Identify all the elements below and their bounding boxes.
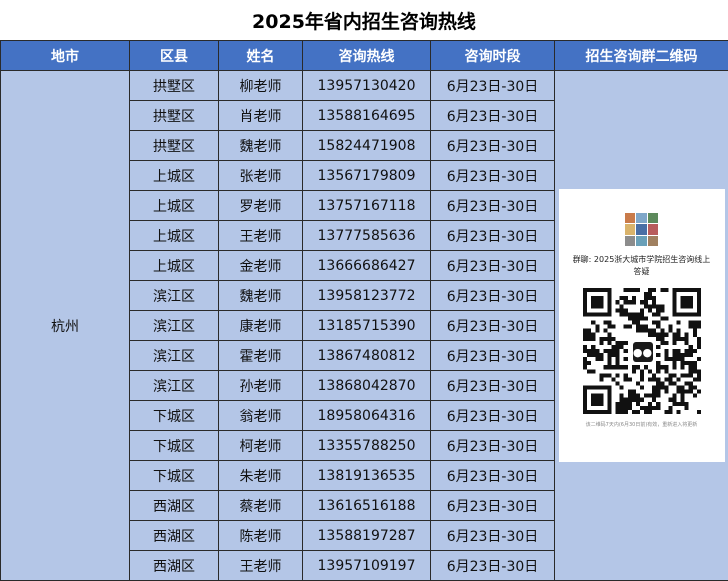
period-cell: 6月23日-30日 [430,430,555,461]
page-title: 2025年省内招生咨询热线 [252,10,476,33]
phone-cell: 13867480812 [302,340,431,371]
name-cell: 陈老师 [218,520,303,551]
header-row: 地市 区县 姓名 咨询热线 咨询时段 招生咨询群二维码 [0,40,728,71]
phone-cell: 13185715390 [302,310,431,341]
district-cell: 拱墅区 [129,130,219,161]
district-cell: 下城区 [129,400,219,431]
qr-code[interactable]: ●● [582,288,701,414]
district-cell: 拱墅区 [129,70,219,101]
avatar-tile [625,224,636,235]
phone-cell: 13819136535 [302,460,431,491]
name-cell: 霍老师 [218,340,303,371]
avatar-tile [647,224,658,235]
period-cell: 6月23日-30日 [430,130,555,161]
district-cell: 拱墅区 [129,100,219,131]
period-cell: 6月23日-30日 [430,70,555,101]
name-cell: 魏老师 [218,130,303,161]
qr-finder-pattern [582,288,612,317]
qr-finder-pattern [582,385,612,414]
period-cell: 6月23日-30日 [430,100,555,131]
header-qr: 招生咨询群二维码 [554,40,728,71]
period-cell: 6月23日-30日 [430,190,555,221]
period-cell: 6月23日-30日 [430,310,555,341]
name-cell: 柳老师 [218,70,303,101]
city-cell: 杭州 [0,70,130,581]
table-row: 杭州 拱墅区 柳老师 13957130420 6月23日-30日 群聊: 2025浙大城市… [0,70,728,581]
name-cell: 王老师 [218,550,303,581]
phone-cell: 13567179809 [302,160,431,191]
phone-cell: 13666686427 [302,250,431,281]
phone-cell: 13958123772 [302,280,431,311]
phone-cell: 13777585636 [302,220,431,251]
avatar-tile [625,235,636,246]
name-cell: 康老师 [218,310,303,341]
header-city: 地市 [0,40,130,71]
period-cell: 6月23日-30日 [430,280,555,311]
hotline-table: 地市 区县 姓名 咨询热线 咨询时段 招生咨询群二维码 杭州 拱墅区 柳老师 1395… [0,40,728,581]
phone-cell: 13957130420 [302,70,431,101]
district-cell: 滨江区 [129,310,219,341]
header-district: 区县 [129,40,219,71]
period-cell: 6月23日-30日 [430,550,555,581]
district-cell: 上城区 [129,220,219,251]
header-name: 姓名 [218,40,303,71]
name-cell: 魏老师 [218,280,303,311]
name-cell: 孙老师 [218,370,303,401]
district-cell: 滨江区 [129,340,219,371]
qr-validity-note: 该二维码7天内(6月30日前)有效，重新进入将更新 [585,422,698,428]
avatar-tile [625,213,636,224]
period-cell: 6月23日-30日 [430,460,555,491]
avatar-tile [636,235,647,246]
name-cell: 金老师 [218,250,303,281]
qr-finder-pattern [671,288,701,317]
phone-cell: 13616516188 [302,490,431,521]
district-cell: 上城区 [129,250,219,281]
district-cell: 西湖区 [129,520,219,551]
district-cell: 滨江区 [129,370,219,401]
group-name: 群聊: 2025浙大城市学院招生咨询线上答疑 [572,255,711,276]
avatar-tile [636,224,647,235]
phone-cell: 15824471908 [302,130,431,161]
period-cell: 6月23日-30日 [430,220,555,251]
name-cell: 朱老师 [218,460,303,491]
name-cell: 柯老师 [218,430,303,461]
name-cell: 翁老师 [218,400,303,431]
district-cell: 下城区 [129,460,219,491]
phone-cell: 13588197287 [302,520,431,551]
header-phone: 咨询热线 [302,40,431,71]
phone-cell: 18958064316 [302,400,431,431]
avatar-tile [647,235,658,246]
phone-cell: 13957109197 [302,550,431,581]
period-cell: 6月23日-30日 [430,520,555,551]
period-cell: 6月23日-30日 [430,160,555,191]
period-cell: 6月23日-30日 [430,490,555,521]
period-cell: 6月23日-30日 [430,370,555,401]
name-cell: 罗老师 [218,190,303,221]
district-cell: 西湖区 [129,550,219,581]
name-cell: 蔡老师 [218,490,303,521]
name-cell: 王老师 [218,220,303,251]
wechat-icon: ●● [630,340,655,364]
phone-cell: 13868042870 [302,370,431,401]
period-cell: 6月23日-30日 [430,250,555,281]
header-period: 咨询时段 [430,40,555,71]
avatar-tile [647,213,658,224]
name-cell: 张老师 [218,160,303,191]
district-cell: 上城区 [129,160,219,191]
period-cell: 6月23日-30日 [430,400,555,431]
district-cell: 上城区 [129,190,219,221]
phone-cell: 13757167118 [302,190,431,221]
name-cell: 肖老师 [218,100,303,131]
district-cell: 西湖区 [129,490,219,521]
qr-card: 群聊: 2025浙大城市学院招生咨询线上答疑 ●● 该二维码7天内(6月30日前)有… [558,189,725,462]
district-cell: 下城区 [129,430,219,461]
phone-cell: 13355788250 [302,430,431,461]
qr-cell: 群聊: 2025浙大城市学院招生咨询线上答疑 ●● 该二维码7天内(6月30日前)有… [554,70,728,581]
avatar-tile [636,213,647,224]
period-cell: 6月23日-30日 [430,340,555,371]
group-avatar [625,213,658,246]
district-cell: 滨江区 [129,280,219,311]
phone-cell: 13588164695 [302,100,431,131]
